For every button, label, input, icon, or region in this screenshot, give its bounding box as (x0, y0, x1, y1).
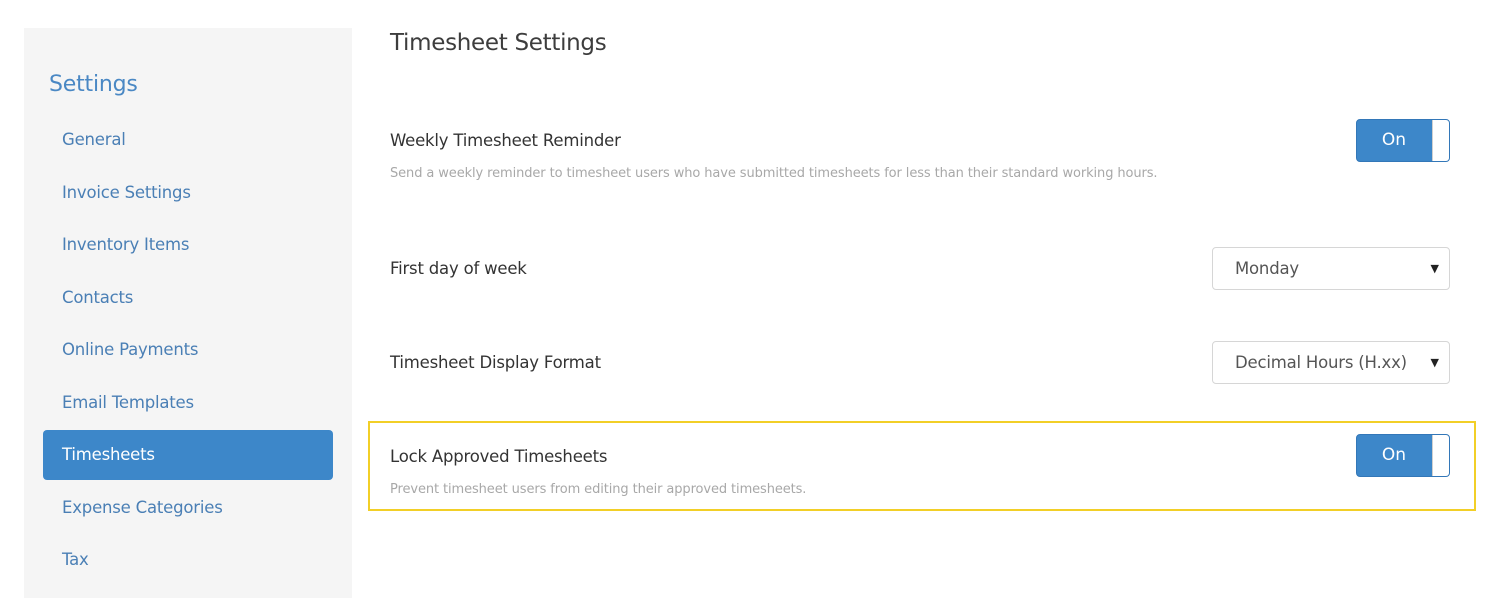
highlight-box (368, 421, 1476, 511)
weekly-reminder-description: Send a weekly reminder to timesheet user… (390, 166, 1158, 181)
sidebar-item-contacts[interactable]: Contacts (43, 273, 333, 323)
lock-approved-label: Lock Approved Timesheets (390, 447, 608, 466)
toggle-knob[interactable] (1432, 435, 1449, 476)
toggle-knob[interactable] (1432, 120, 1449, 161)
page-title: Timesheet Settings (390, 30, 607, 56)
sidebar-item-general[interactable]: General (43, 115, 333, 165)
lock-approved-toggle[interactable]: On (1356, 434, 1450, 477)
weekly-reminder-label: Weekly Timesheet Reminder (390, 131, 621, 150)
sidebar-item-email-templates[interactable]: Email Templates (43, 378, 333, 428)
first-day-select[interactable]: Monday ▼ (1212, 247, 1450, 290)
lock-approved-description: Prevent timesheet users from editing the… (390, 482, 807, 497)
sidebar-item-invoice-settings[interactable]: Invoice Settings (43, 168, 333, 218)
display-format-value: Decimal Hours (H.xx) (1235, 353, 1407, 372)
first-day-value: Monday (1235, 259, 1299, 278)
display-format-select[interactable]: Decimal Hours (H.xx) ▼ (1212, 341, 1450, 384)
weekly-reminder-toggle[interactable]: On (1356, 119, 1450, 162)
caret-down-icon: ▼ (1430, 356, 1439, 369)
sidebar-item-tax[interactable]: Tax (43, 535, 333, 585)
sidebar-item-inventory-items[interactable]: Inventory Items (43, 220, 333, 270)
sidebar-item-timesheets[interactable]: Timesheets (43, 430, 333, 480)
display-format-label: Timesheet Display Format (390, 353, 601, 372)
settings-sidebar: Settings General Invoice Settings Invent… (24, 28, 352, 598)
first-day-label: First day of week (390, 259, 527, 278)
toggle-state-label: On (1381, 130, 1407, 150)
sidebar-item-expense-categories[interactable]: Expense Categories (43, 483, 333, 533)
sidebar-item-online-payments[interactable]: Online Payments (43, 325, 333, 375)
sidebar-title: Settings (49, 72, 138, 97)
caret-down-icon: ▼ (1430, 262, 1439, 275)
toggle-state-label: On (1381, 445, 1407, 465)
